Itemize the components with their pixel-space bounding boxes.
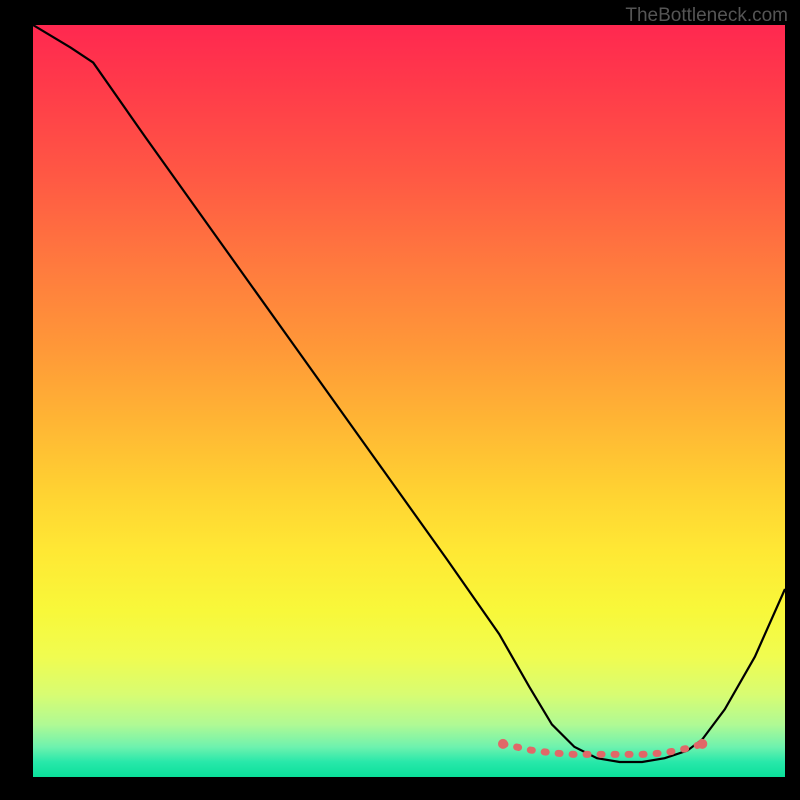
bottleneck-curve-svg bbox=[33, 25, 785, 777]
optimal-zone-endpoint bbox=[697, 739, 707, 749]
optimal-zone-endpoint bbox=[498, 739, 508, 749]
optimal-zone-line bbox=[503, 744, 702, 755]
watermark-text: TheBottleneck.com bbox=[625, 5, 788, 27]
bottleneck-curve-line bbox=[33, 25, 785, 762]
chart-plot-area bbox=[33, 25, 785, 777]
optimal-zone-markers bbox=[498, 739, 707, 755]
